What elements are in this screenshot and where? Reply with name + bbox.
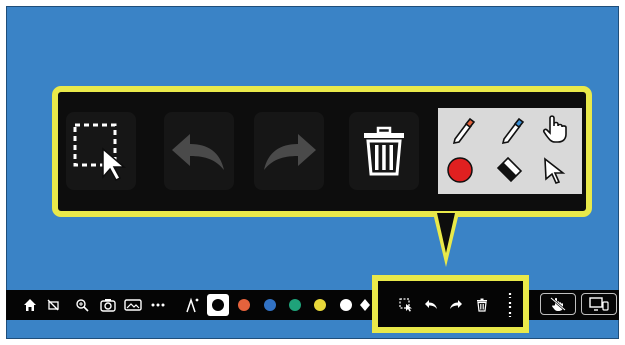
camera-icon [100, 299, 116, 312]
redo-button-small[interactable] [448, 296, 464, 314]
color-white-dot[interactable] [340, 299, 352, 311]
current-color-icon [212, 299, 224, 311]
trash-icon [364, 126, 404, 176]
eraser-button-small[interactable] [358, 296, 372, 314]
pen-tool-icon [186, 297, 199, 313]
eraser-icon [496, 156, 523, 183]
home-button[interactable] [22, 296, 38, 314]
undo-button-small[interactable] [423, 296, 439, 314]
select-button[interactable] [66, 112, 136, 190]
hand-pointer-icon [542, 115, 567, 143]
undo-icon [172, 134, 224, 170]
pen-blue-icon [501, 117, 525, 145]
gallery-icon [124, 299, 142, 311]
arrow-cursor-icon [544, 157, 566, 184]
more-icon [151, 303, 165, 307]
redo-small-icon [450, 300, 462, 309]
display-button[interactable] [581, 293, 617, 315]
undo-small-icon [425, 300, 437, 309]
eraser-button[interactable] [489, 152, 529, 188]
touch-icon [550, 297, 566, 311]
zoom-icon [76, 299, 89, 312]
pen-tool-button[interactable] [184, 296, 202, 314]
display-icon [589, 297, 609, 311]
red-color-button[interactable] [440, 152, 480, 188]
color-blue-dot[interactable] [264, 299, 276, 311]
select-small-icon [399, 298, 412, 312]
current-color-button[interactable] [207, 294, 229, 316]
delete-button-small[interactable] [475, 296, 489, 314]
hand-pointer-button[interactable] [535, 111, 575, 147]
eraser-small-icon [360, 299, 370, 311]
color-red-swatch [447, 157, 473, 183]
redo-button[interactable] [254, 112, 324, 190]
callout-pointer-inner [437, 213, 455, 253]
select-button-small[interactable] [398, 296, 414, 314]
more-button[interactable] [149, 296, 167, 314]
home-icon [24, 299, 36, 311]
color-yellow-dot[interactable] [314, 299, 326, 311]
delete-button[interactable] [349, 112, 419, 190]
undo-button[interactable] [164, 112, 234, 190]
color-orange-dot[interactable] [238, 299, 250, 311]
select-icon [73, 123, 127, 181]
color-green-dot[interactable] [289, 299, 301, 311]
grip-icon [508, 293, 512, 317]
trash-small-icon [477, 298, 487, 312]
touch-mode-button[interactable] [540, 293, 576, 315]
gallery-button[interactable] [123, 296, 143, 314]
blue-pen-button[interactable] [492, 113, 532, 149]
page-edge [619, 6, 625, 339]
no-camera-button[interactable] [45, 296, 61, 314]
orange-pen-button[interactable] [443, 113, 483, 149]
camera-button[interactable] [99, 296, 117, 314]
arrow-cursor-button[interactable] [535, 152, 575, 188]
redo-icon [264, 134, 316, 170]
toolbar-grip[interactable] [505, 292, 515, 318]
pen-orange-icon [452, 117, 476, 145]
no-camera-icon [47, 299, 59, 311]
zoom-button[interactable] [74, 296, 90, 314]
